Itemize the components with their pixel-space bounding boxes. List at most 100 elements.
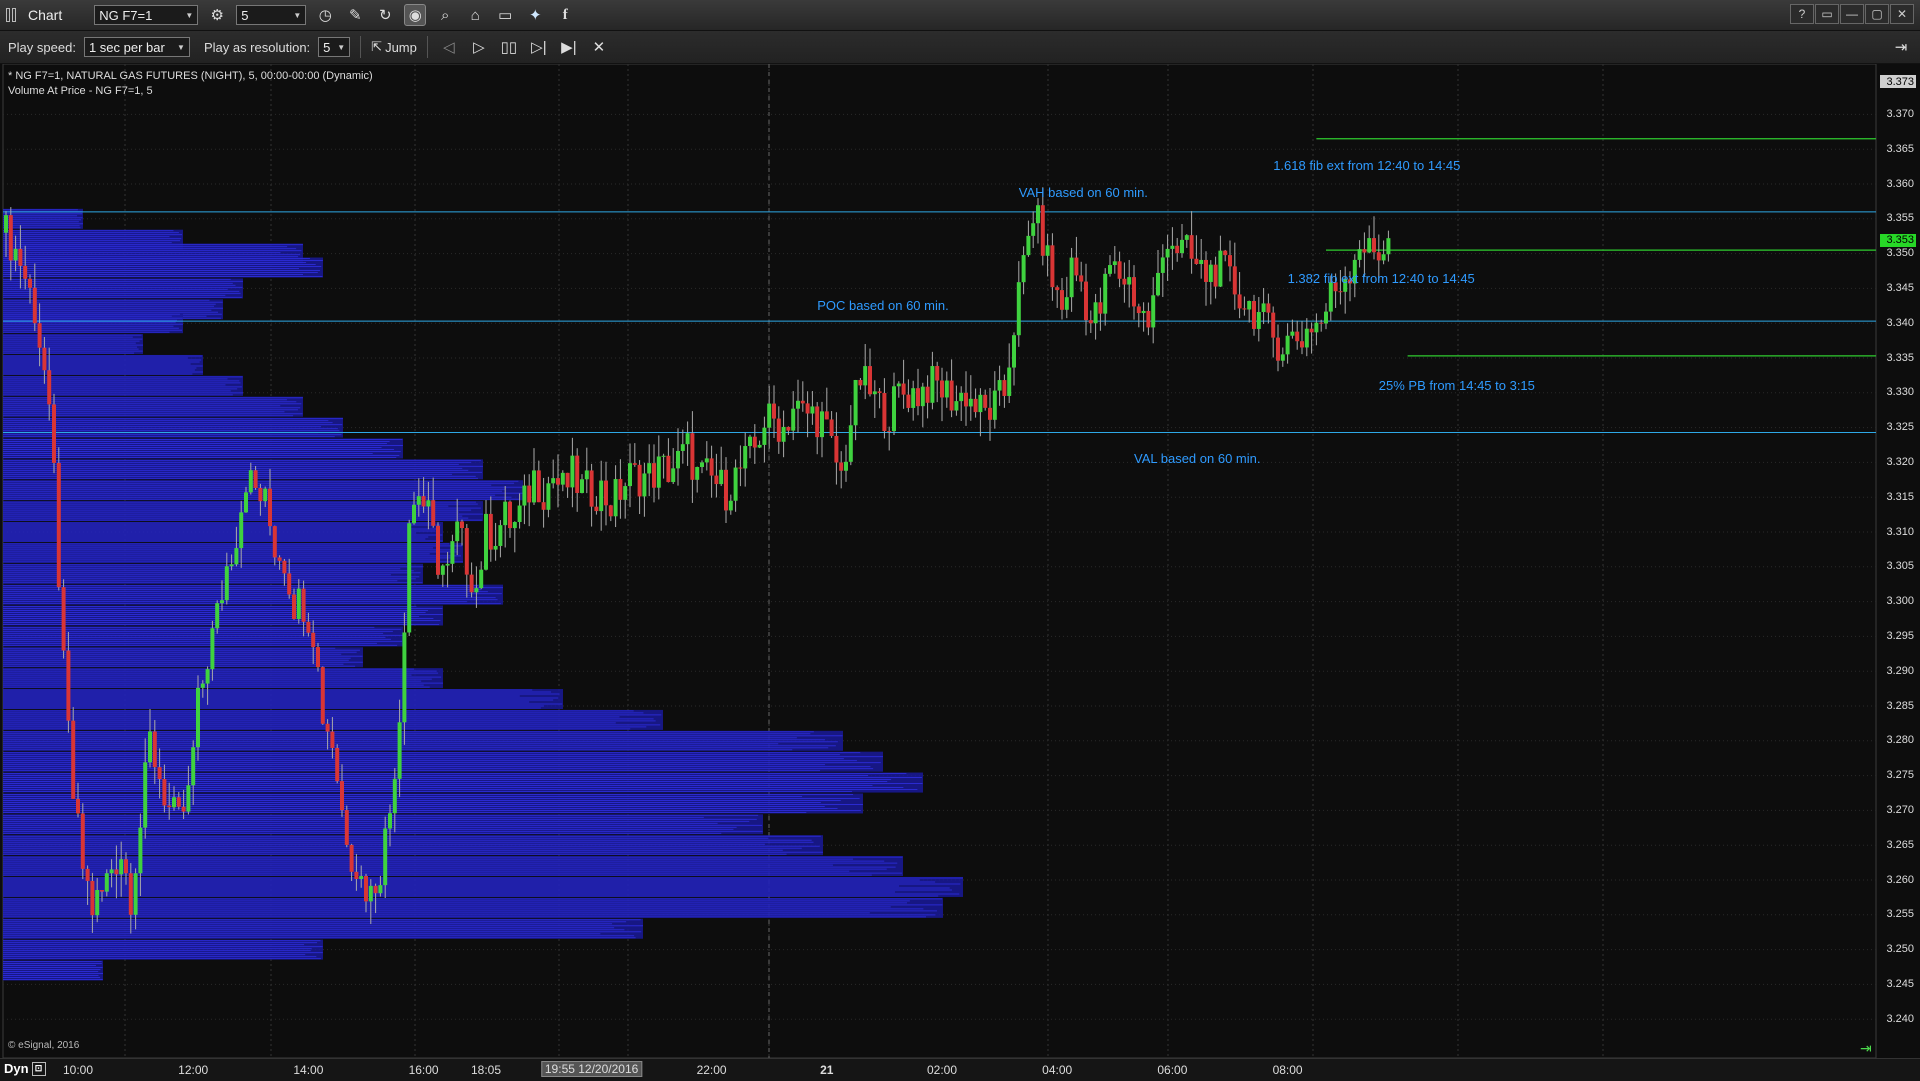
close-button[interactable]: ✕: [1890, 4, 1914, 24]
pencil-icon[interactable]: ✎: [344, 4, 366, 26]
time-tick-label: 02:00: [926, 1063, 958, 1077]
close-playback-icon[interactable]: ✕: [588, 36, 610, 58]
price-chart[interactable]: [0, 64, 1920, 1058]
candle-down: [738, 467, 743, 469]
candle-up: [119, 859, 124, 875]
symbol-link-icon[interactable]: ⚙: [206, 4, 228, 26]
candle-down: [85, 868, 90, 881]
candle-up: [680, 444, 685, 451]
candle-down: [829, 419, 834, 436]
candle-up: [1261, 303, 1266, 313]
candle-up: [1103, 273, 1108, 314]
skip-to-end-icon[interactable]: ▶|: [558, 36, 580, 58]
step-forward-icon[interactable]: ▷|: [528, 36, 550, 58]
refresh-icon[interactable]: ↻: [374, 4, 396, 26]
chart-symbol-info: * NG F7=1, NATURAL GAS FUTURES (NIGHT), …: [8, 70, 373, 82]
candle-up: [1160, 257, 1165, 273]
step-back-icon[interactable]: ◁: [438, 36, 460, 58]
candle-up: [728, 500, 733, 511]
candle-down: [1074, 257, 1079, 276]
price-tick-label: 3.280: [1886, 734, 1914, 747]
price-tick-label: 3.335: [1886, 351, 1914, 364]
price-tick-label: 3.300: [1886, 595, 1914, 608]
candle-down: [373, 885, 378, 894]
candle-down: [949, 380, 954, 411]
price-tick-label: 3.275: [1886, 769, 1914, 782]
price-tick-label: 3.360: [1886, 177, 1914, 190]
candle-up: [1007, 367, 1012, 396]
candle-up: [95, 890, 100, 916]
last-price-tag: 3.353: [1880, 233, 1916, 247]
candle-down: [1088, 320, 1093, 324]
candle-up: [220, 600, 224, 604]
chart-annotation[interactable]: VAH based on 60 min.: [1019, 185, 1148, 200]
price-tick-label: 3.270: [1886, 803, 1914, 816]
candle-down: [157, 767, 162, 780]
candle-up: [1170, 245, 1175, 249]
candle-down: [709, 458, 714, 476]
candle-up: [623, 486, 628, 500]
candle-down: [181, 806, 186, 812]
interval-clock-icon[interactable]: ◷: [314, 4, 336, 26]
comment-icon[interactable]: ▭: [494, 4, 516, 26]
candle-up: [143, 762, 148, 828]
facebook-icon[interactable]: f: [554, 4, 576, 26]
candle-down: [52, 404, 56, 463]
candle-down: [594, 506, 599, 512]
candle-up: [1208, 264, 1213, 282]
candle-up: [200, 683, 205, 688]
price-tick-label: 3.315: [1886, 490, 1914, 503]
play-resolution-select[interactable]: 5 ▼: [318, 37, 351, 57]
candle-down: [28, 278, 32, 288]
chart-annotation[interactable]: 25% PB from 14:45 to 3:15: [1379, 378, 1535, 393]
candle-down: [666, 455, 671, 483]
restore-small-button[interactable]: ▭: [1815, 4, 1839, 24]
chart-annotation[interactable]: 1.618 fib ext from 12:40 to 14:45: [1273, 158, 1460, 173]
price-tick-label: 3.350: [1886, 247, 1914, 260]
candle-up: [959, 392, 964, 402]
candle-up: [1218, 250, 1223, 287]
candle-down: [162, 779, 167, 806]
candle-down: [311, 632, 316, 648]
candle-up: [234, 548, 239, 565]
candle-down: [464, 528, 469, 575]
candle-up: [378, 885, 383, 894]
candle-down: [1117, 261, 1122, 279]
chart-annotation[interactable]: VAL based on 60 min.: [1134, 451, 1260, 466]
symbol-combo[interactable]: NG F7=1 ▼: [94, 5, 199, 25]
candle-down: [1084, 281, 1088, 321]
time-axis[interactable]: Dyn ⊡ 10:00 12:00 14:00 16:00 18:05 19:55 12/…: [0, 1058, 1920, 1081]
candle-up: [997, 380, 1002, 391]
candle-down: [536, 470, 541, 503]
play-mode-icon[interactable]: ◉: [404, 4, 427, 26]
candle-down: [1338, 291, 1343, 293]
candle-down: [1136, 306, 1141, 314]
play-speed-select[interactable]: 1 sec per bar ▼: [83, 37, 190, 57]
bookmark-icon[interactable]: ⌂: [464, 4, 486, 26]
candle-up: [426, 500, 431, 507]
chart-annotation[interactable]: POC based on 60 min.: [817, 298, 949, 313]
candle-up: [613, 479, 618, 517]
price-tick-label: 3.250: [1886, 943, 1914, 956]
interval-combo[interactable]: 5 ▼: [236, 5, 307, 25]
candle-down: [47, 370, 52, 405]
candle-down: [90, 880, 95, 916]
help-button[interactable]: ?: [1790, 4, 1814, 24]
candle-down: [1002, 380, 1007, 396]
minimize-button[interactable]: —: [1840, 4, 1864, 24]
candle-down: [1213, 264, 1218, 287]
dynamic-mode-toggle[interactable]: Dyn ⊡: [4, 1061, 46, 1076]
toolbar-options-icon[interactable]: ⇥: [1890, 36, 1912, 58]
maximize-button[interactable]: ▢: [1865, 4, 1889, 24]
candle-up: [1290, 331, 1295, 336]
chart-annotation[interactable]: 1.382 fib ext from 12:40 to 14:45: [1288, 271, 1475, 286]
play-icon[interactable]: ▷: [468, 36, 490, 58]
pause-icon[interactable]: ▯▯: [498, 36, 520, 58]
candle-up: [1180, 239, 1184, 254]
search-icon[interactable]: ⌕: [434, 4, 456, 26]
candle-up: [1093, 302, 1098, 324]
jump-button[interactable]: ⇱ Jump: [371, 39, 417, 55]
twitter-icon[interactable]: ✦: [524, 4, 546, 26]
price-tick-label: 3.245: [1886, 977, 1914, 990]
go-to-latest-icon[interactable]: ⇥: [1860, 1040, 1872, 1057]
